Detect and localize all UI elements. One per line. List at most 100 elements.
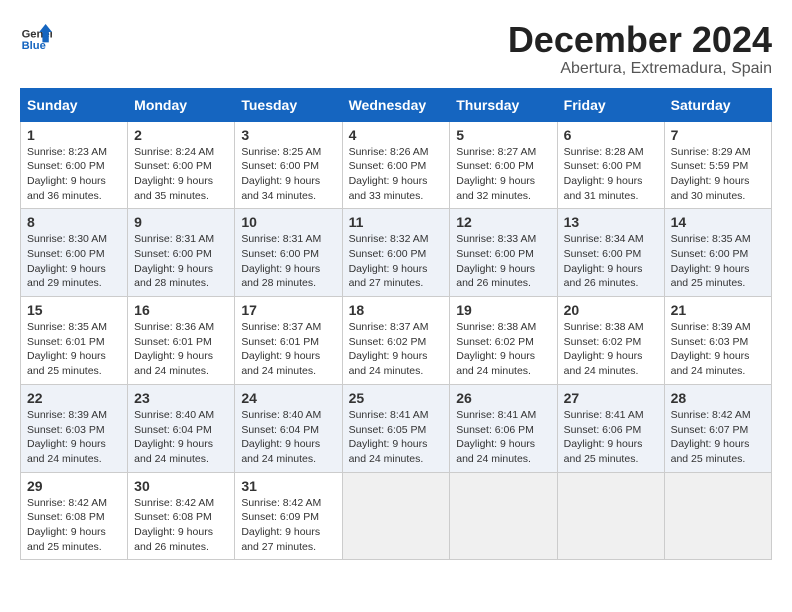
day-info: Sunrise: 8:35 AM Sunset: 6:00 PM Dayligh… [671, 232, 765, 291]
day-info: Sunrise: 8:34 AM Sunset: 6:00 PM Dayligh… [564, 232, 658, 291]
day-info: Sunrise: 8:41 AM Sunset: 6:06 PM Dayligh… [564, 408, 658, 467]
day-number: 31 [241, 478, 335, 494]
day-info: Sunrise: 8:26 AM Sunset: 6:00 PM Dayligh… [349, 145, 444, 204]
day-info: Sunrise: 8:37 AM Sunset: 6:02 PM Dayligh… [349, 320, 444, 379]
day-number: 17 [241, 302, 335, 318]
day-number: 14 [671, 214, 765, 230]
calendar-cell [557, 472, 664, 560]
calendar-cell: 6 Sunrise: 8:28 AM Sunset: 6:00 PM Daylig… [557, 121, 664, 209]
day-info: Sunrise: 8:24 AM Sunset: 6:00 PM Dayligh… [134, 145, 228, 204]
day-info: Sunrise: 8:39 AM Sunset: 6:03 PM Dayligh… [27, 408, 121, 467]
day-number: 2 [134, 127, 228, 143]
calendar-cell: 23Sunrise: 8:40 AM Sunset: 6:04 PM Dayli… [128, 384, 235, 472]
calendar-header-friday: Friday [557, 88, 664, 121]
day-info: Sunrise: 8:31 AM Sunset: 6:00 PM Dayligh… [134, 232, 228, 291]
calendar-cell: 4 Sunrise: 8:26 AM Sunset: 6:00 PM Daylig… [342, 121, 450, 209]
day-number: 15 [27, 302, 121, 318]
day-number: 11 [349, 214, 444, 230]
day-info: Sunrise: 8:28 AM Sunset: 6:00 PM Dayligh… [564, 145, 658, 204]
day-number: 6 [564, 127, 658, 143]
calendar-cell: 17 Sunrise: 8:37 AM Sunset: 6:01 PM Dayli… [235, 297, 342, 385]
day-number: 4 [349, 127, 444, 143]
calendar-cell: 30 Sunrise: 8:42 AM Sunset: 6:08 PM Dayli… [128, 472, 235, 560]
logo-icon: General Blue [20, 20, 52, 52]
calendar-header-tuesday: Tuesday [235, 88, 342, 121]
calendar-cell: 21 Sunrise: 8:39 AM Sunset: 6:03 PM Dayli… [664, 297, 771, 385]
day-number: 27 [564, 390, 658, 406]
calendar-cell: 12 Sunrise: 8:33 AM Sunset: 6:00 PM Dayli… [450, 209, 557, 297]
calendar-cell: 27 Sunrise: 8:41 AM Sunset: 6:06 PM Dayli… [557, 384, 664, 472]
day-info: Sunrise: 8:42 AM Sunset: 6:08 PM Dayligh… [27, 496, 121, 555]
svg-text:Blue: Blue [22, 40, 46, 52]
calendar-header-row: SundayMondayTuesdayWednesdayThursdayFrid… [21, 88, 772, 121]
day-info: Sunrise: 8:35 AM Sunset: 6:01 PM Dayligh… [27, 320, 121, 379]
day-number: 19 [456, 302, 550, 318]
day-number: 5 [456, 127, 550, 143]
day-info: Sunrise: 8:38 AM Sunset: 6:02 PM Dayligh… [456, 320, 550, 379]
calendar-cell: 29 Sunrise: 8:42 AM Sunset: 6:08 PM Dayli… [21, 472, 128, 560]
day-info: Sunrise: 8:42 AM Sunset: 6:07 PM Dayligh… [671, 408, 765, 467]
calendar-cell: 20 Sunrise: 8:38 AM Sunset: 6:02 PM Dayli… [557, 297, 664, 385]
calendar-header-wednesday: Wednesday [342, 88, 450, 121]
day-number: 16 [134, 302, 228, 318]
day-info: Sunrise: 8:37 AM Sunset: 6:01 PM Dayligh… [241, 320, 335, 379]
day-info: Sunrise: 8:42 AM Sunset: 6:08 PM Dayligh… [134, 496, 228, 555]
calendar-cell: 8 Sunrise: 8:30 AM Sunset: 6:00 PM Daylig… [21, 209, 128, 297]
calendar-cell: 11 Sunrise: 8:32 AM Sunset: 6:00 PM Dayli… [342, 209, 450, 297]
location-title: Abertura, Extremadura, Spain [508, 60, 772, 78]
logo: General Blue [20, 20, 54, 52]
header: General Blue December 2024 Abertura, Ext… [20, 20, 772, 78]
calendar-table: SundayMondayTuesdayWednesdayThursdayFrid… [20, 88, 772, 561]
calendar-cell [664, 472, 771, 560]
day-number: 13 [564, 214, 658, 230]
day-info: Sunrise: 8:30 AM Sunset: 6:00 PM Dayligh… [27, 232, 121, 291]
calendar-cell: 22 Sunrise: 8:39 AM Sunset: 6:03 PM Dayli… [21, 384, 128, 472]
day-info: Sunrise: 8:42 AM Sunset: 6:09 PM Dayligh… [241, 496, 335, 555]
day-info: Sunrise: 8:40 AM Sunset: 6:04 PM Dayligh… [241, 408, 335, 467]
day-number: 29 [27, 478, 121, 494]
day-number: 25 [349, 390, 444, 406]
day-number: 21 [671, 302, 765, 318]
calendar-cell: 10 Sunrise: 8:31 AM Sunset: 6:00 PM Dayli… [235, 209, 342, 297]
day-number: 8 [27, 214, 121, 230]
day-number: 7 [671, 127, 765, 143]
title-area: December 2024 Abertura, Extremadura, Spa… [508, 20, 772, 78]
day-number: 12 [456, 214, 550, 230]
calendar-cell: 15 Sunrise: 8:35 AM Sunset: 6:01 PM Dayli… [21, 297, 128, 385]
calendar-header-thursday: Thursday [450, 88, 557, 121]
day-number: 22 [27, 390, 121, 406]
day-number: 28 [671, 390, 765, 406]
day-info: Sunrise: 8:27 AM Sunset: 6:00 PM Dayligh… [456, 145, 550, 204]
calendar-cell [450, 472, 557, 560]
calendar-header-saturday: Saturday [664, 88, 771, 121]
day-number: 18 [349, 302, 444, 318]
day-info: Sunrise: 8:41 AM Sunset: 6:06 PM Dayligh… [456, 408, 550, 467]
calendar-cell: 18 Sunrise: 8:37 AM Sunset: 6:02 PM Dayli… [342, 297, 450, 385]
calendar-cell: 7 Sunrise: 8:29 AM Sunset: 5:59 PM Daylig… [664, 121, 771, 209]
day-info: Sunrise: 8:33 AM Sunset: 6:00 PM Dayligh… [456, 232, 550, 291]
calendar-cell: 13 Sunrise: 8:34 AM Sunset: 6:00 PM Dayli… [557, 209, 664, 297]
calendar-week-row: 22 Sunrise: 8:39 AM Sunset: 6:03 PM Dayli… [21, 384, 772, 472]
day-number: 3 [241, 127, 335, 143]
day-number: 10 [241, 214, 335, 230]
day-info: Sunrise: 8:38 AM Sunset: 6:02 PM Dayligh… [564, 320, 658, 379]
day-info: Sunrise: 8:36 AM Sunset: 6:01 PM Dayligh… [134, 320, 228, 379]
month-title: December 2024 [508, 20, 772, 60]
calendar-cell: 24Sunrise: 8:40 AM Sunset: 6:04 PM Dayli… [235, 384, 342, 472]
day-number: 30 [134, 478, 228, 494]
day-info: Sunrise: 8:32 AM Sunset: 6:00 PM Dayligh… [349, 232, 444, 291]
calendar-cell: 19 Sunrise: 8:38 AM Sunset: 6:02 PM Dayli… [450, 297, 557, 385]
calendar-cell: 25Sunrise: 8:41 AM Sunset: 6:05 PM Dayli… [342, 384, 450, 472]
day-info: Sunrise: 8:39 AM Sunset: 6:03 PM Dayligh… [671, 320, 765, 379]
day-number: 23 [134, 390, 228, 406]
calendar-cell: 28 Sunrise: 8:42 AM Sunset: 6:07 PM Dayli… [664, 384, 771, 472]
calendar-week-row: 29 Sunrise: 8:42 AM Sunset: 6:08 PM Dayli… [21, 472, 772, 560]
calendar-cell: 1Sunrise: 8:23 AM Sunset: 6:00 PM Daylig… [21, 121, 128, 209]
day-info: Sunrise: 8:31 AM Sunset: 6:00 PM Dayligh… [241, 232, 335, 291]
day-info: Sunrise: 8:29 AM Sunset: 5:59 PM Dayligh… [671, 145, 765, 204]
day-number: 20 [564, 302, 658, 318]
calendar-header-monday: Monday [128, 88, 235, 121]
calendar-cell: 31 Sunrise: 8:42 AM Sunset: 6:09 PM Dayli… [235, 472, 342, 560]
calendar-cell: 2 Sunrise: 8:24 AM Sunset: 6:00 PM Daylig… [128, 121, 235, 209]
calendar-cell: 26Sunrise: 8:41 AM Sunset: 6:06 PM Dayli… [450, 384, 557, 472]
